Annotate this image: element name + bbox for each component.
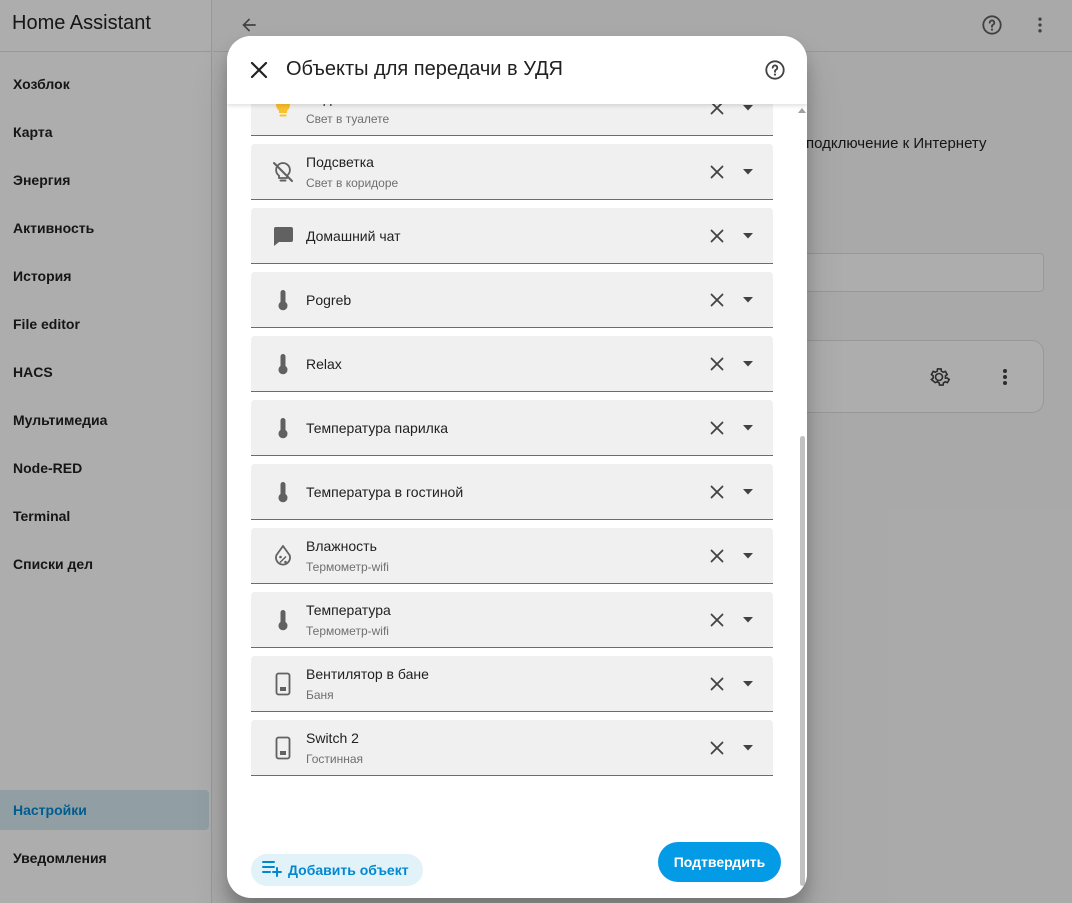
close-icon[interactable] <box>247 58 271 82</box>
close-icon[interactable] <box>707 226 727 246</box>
lightbulb-icon <box>271 104 295 120</box>
playlist-plus-icon <box>262 859 282 882</box>
entity-name: Температура парилка <box>306 419 449 436</box>
entity-text: Температура Термометр-wifi <box>306 592 391 647</box>
message-icon <box>271 224 295 248</box>
menu-down-icon[interactable] <box>741 742 755 754</box>
menu-down-icon[interactable] <box>741 230 755 242</box>
thermometer-icon <box>271 288 295 312</box>
close-icon[interactable] <box>707 738 727 758</box>
lightbulb-off-icon <box>271 160 295 184</box>
entity-row[interactable]: Switch 2 Гостинная <box>251 720 773 776</box>
entity-area: Свет в коридоре <box>306 175 399 190</box>
entity-text: Подсветка Свет в туалете <box>306 104 389 135</box>
entity-name: Вентилятор в бане <box>306 665 429 682</box>
entity-name: Подсветка <box>306 104 389 107</box>
entity-area: Термометр-wifi <box>306 623 389 638</box>
water-percent-icon <box>271 544 295 568</box>
menu-down-icon[interactable] <box>741 166 755 178</box>
menu-down-icon[interactable] <box>741 550 755 562</box>
close-icon[interactable] <box>707 610 727 630</box>
entity-row[interactable]: Relax <box>251 336 773 392</box>
menu-down-icon[interactable] <box>741 294 755 306</box>
close-icon[interactable] <box>707 354 727 374</box>
add-entity-button[interactable]: Добавить объект <box>251 854 423 886</box>
entity-text: Вентилятор в бане Баня <box>306 656 429 711</box>
thermometer-icon <box>271 416 295 440</box>
confirm-button[interactable]: Подтвердить <box>658 842 781 882</box>
entity-row[interactable]: Домашний чат <box>251 208 773 264</box>
entity-text: Relax <box>306 336 342 391</box>
entity-text: Температура в гостиной <box>306 464 463 519</box>
switch-icon <box>271 672 295 696</box>
entity-area: Гостинная <box>306 751 363 766</box>
entity-area: Термометр-wifi <box>306 559 389 574</box>
entity-row[interactable]: Температура парилка <box>251 400 773 456</box>
dialog-header: Объекты для передачи в УДЯ <box>227 36 807 104</box>
close-icon[interactable] <box>707 418 727 438</box>
entity-area: Баня <box>306 687 334 702</box>
entity-name: Подсветка <box>306 153 374 170</box>
entity-name: Температура <box>306 601 391 618</box>
entity-name: Домашний чат <box>306 227 401 244</box>
thermometer-icon <box>271 352 295 376</box>
close-icon[interactable] <box>707 162 727 182</box>
entity-text: Температура парилка <box>306 400 448 455</box>
entity-name: Pogreb <box>306 291 352 308</box>
entity-row[interactable]: Вентилятор в бане Баня <box>251 656 773 712</box>
close-icon[interactable] <box>707 674 727 694</box>
entity-text: Домашний чат <box>306 208 401 263</box>
entity-row[interactable]: Подсветка Свет в коридоре <box>251 144 773 200</box>
entities-dialog: Объекты для передачи в УДЯ Подсветка Свет… <box>227 36 807 898</box>
entity-area: Свет в туалете <box>306 111 390 126</box>
menu-down-icon[interactable] <box>741 422 755 434</box>
dialog-content[interactable]: Подсветка Свет в туалете Подсветка Свет в … <box>227 104 807 898</box>
close-icon[interactable] <box>707 290 727 310</box>
thermometer-icon <box>271 608 295 632</box>
entity-row[interactable]: Pogreb <box>251 272 773 328</box>
entity-row[interactable]: Влажность Термометр-wifi <box>251 528 773 584</box>
help-circle-icon[interactable] <box>763 58 787 82</box>
entity-text: Switch 2 Гостинная <box>306 720 363 775</box>
entity-name: Switch 2 <box>306 729 359 746</box>
entity-row[interactable]: Подсветка Свет в туалете <box>251 104 773 136</box>
menu-down-icon[interactable] <box>741 104 755 114</box>
dialog-title: Объекты для передачи в УДЯ <box>286 58 564 80</box>
scrollbar-thumb[interactable] <box>800 436 805 886</box>
entity-row[interactable]: Температура в гостиной <box>251 464 773 520</box>
entity-text: Pogreb <box>306 272 351 327</box>
entity-text: Влажность Термометр-wifi <box>306 528 389 583</box>
entity-name: Температура в гостиной <box>306 483 464 500</box>
menu-down-icon[interactable] <box>741 358 755 370</box>
entity-name: Relax <box>306 355 342 372</box>
menu-down-icon[interactable] <box>741 486 755 498</box>
switch-icon <box>271 736 295 760</box>
close-icon[interactable] <box>707 482 727 502</box>
close-icon[interactable] <box>707 546 727 566</box>
thermometer-icon <box>271 480 295 504</box>
scroll-up-arrow[interactable] <box>798 106 806 114</box>
menu-down-icon[interactable] <box>741 678 755 690</box>
entity-name: Влажность <box>306 537 377 554</box>
entity-row[interactable]: Температура Термометр-wifi <box>251 592 773 648</box>
entity-list: Подсветка Свет в туалете Подсветка Свет в … <box>251 104 773 784</box>
menu-down-icon[interactable] <box>741 614 755 626</box>
close-icon[interactable] <box>707 104 727 118</box>
entity-text: Подсветка Свет в коридоре <box>306 144 398 199</box>
add-entity-label: Добавить объект <box>288 862 409 878</box>
